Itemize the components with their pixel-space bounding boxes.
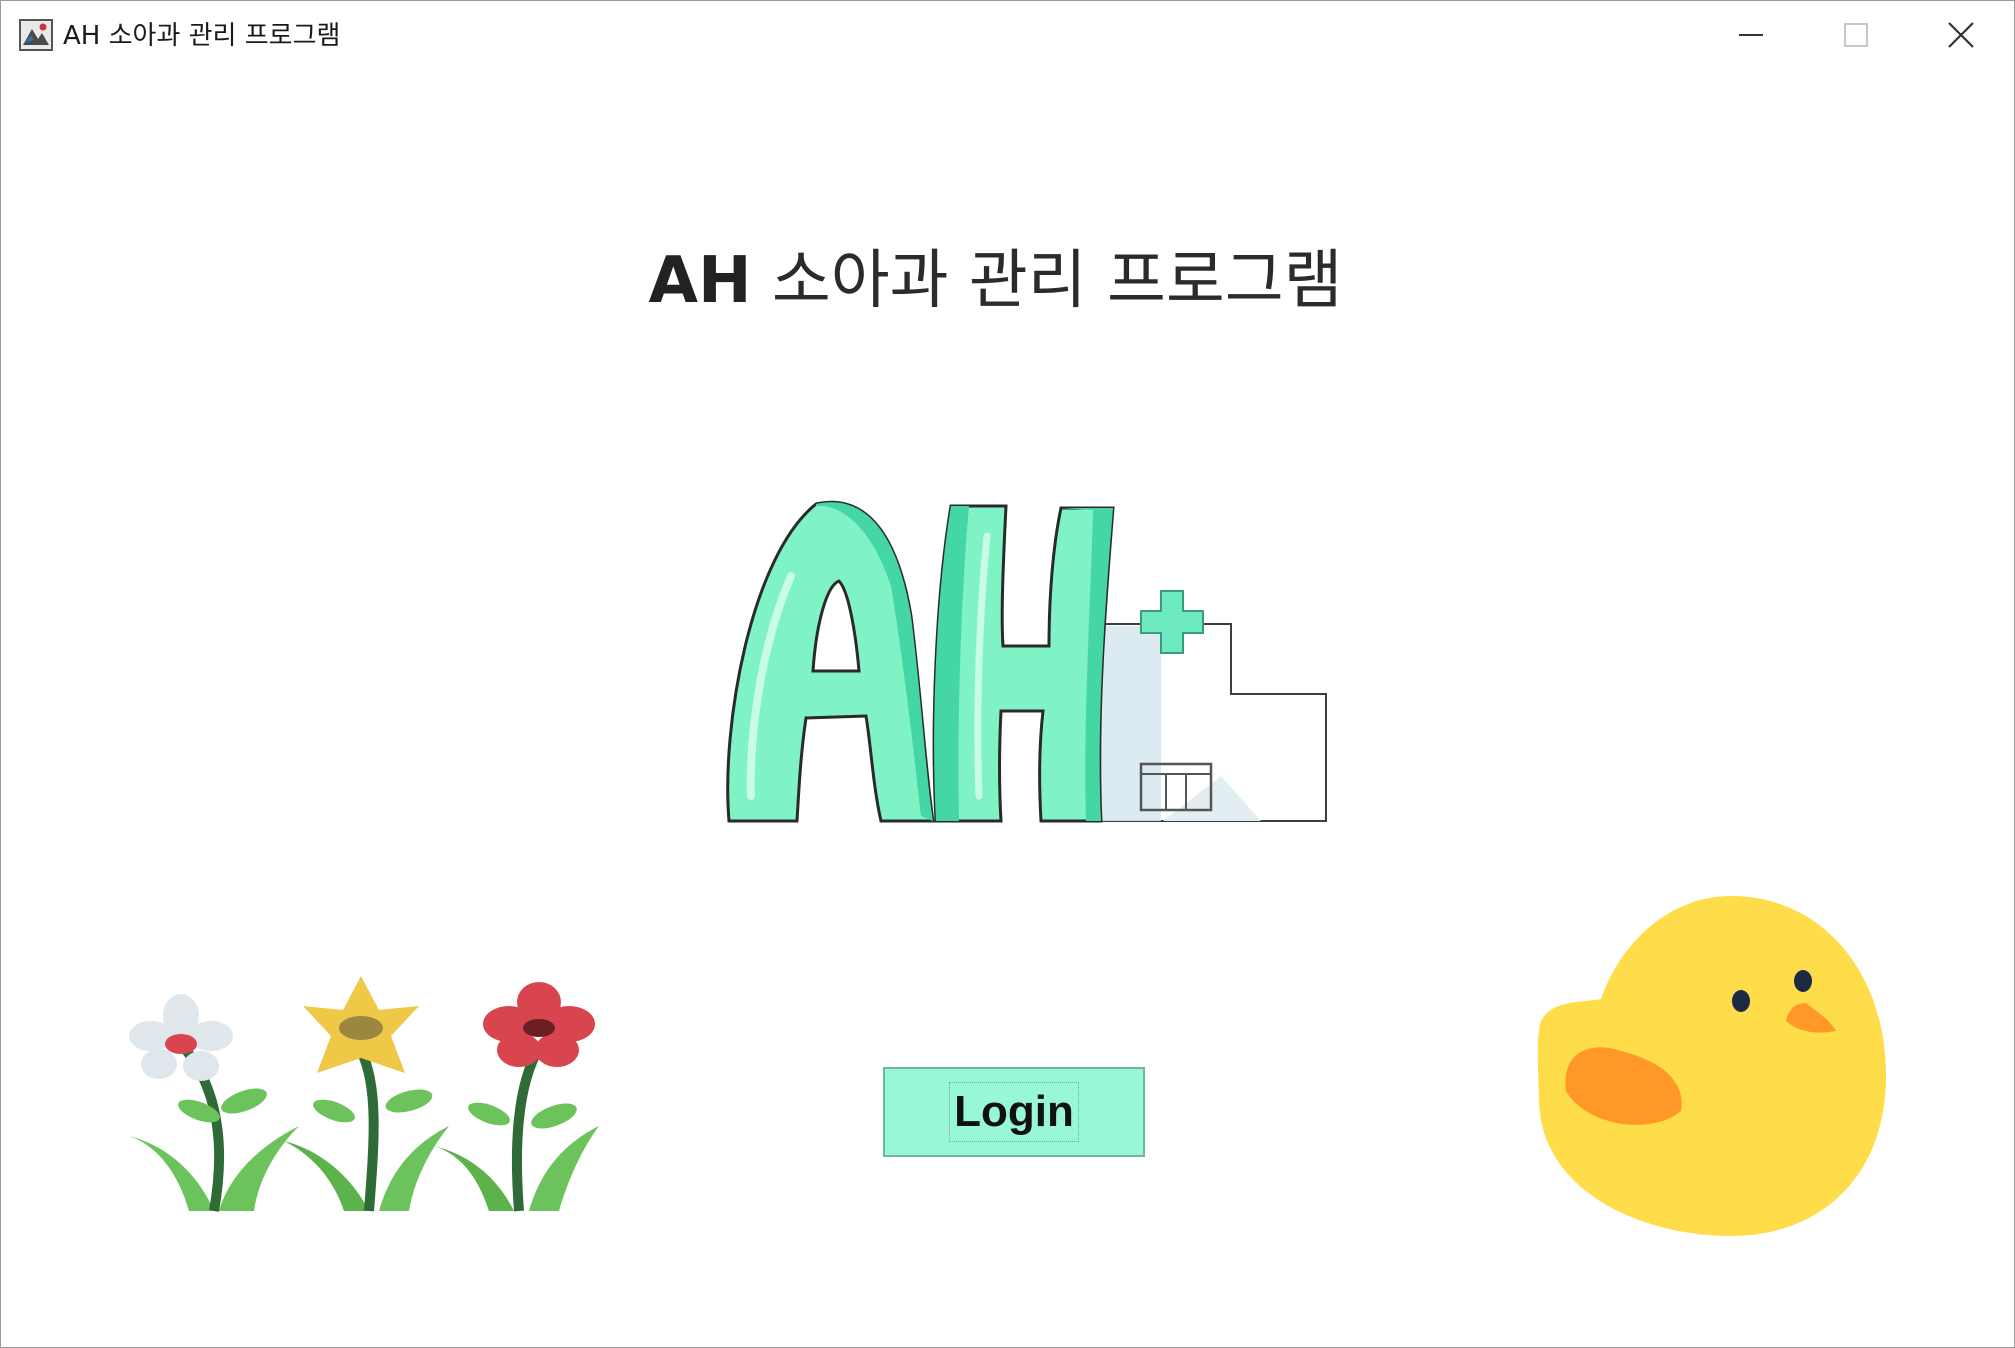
maximize-icon [1844, 23, 1868, 47]
window-title: AH 소아과 관리 프로그램 [63, 21, 341, 51]
minimize-icon [1739, 34, 1763, 36]
app-icon [19, 19, 53, 51]
maximize-button[interactable] [1806, 1, 1906, 69]
close-icon [1948, 22, 1974, 48]
red-flower-icon [483, 982, 595, 1067]
title-bar[interactable]: AH 소아과 관리 프로그램 [1, 1, 2014, 69]
app-window: AH 소아과 관리 프로그램 AH 소아과 관리 프로그램 Login [0, 0, 2015, 1348]
page-title: AH 소아과 관리 프로그램 [1, 241, 2002, 321]
minimize-button[interactable] [1701, 1, 1801, 69]
white-flower-icon [129, 994, 233, 1081]
hospital-building-icon [1099, 623, 1327, 822]
page-title-bold: AH [648, 244, 752, 318]
chick-illustration [1537, 896, 1886, 1236]
close-button[interactable] [1911, 1, 2011, 69]
login-button[interactable]: Login [883, 1067, 1145, 1157]
ah-hospital-logo [726, 500, 1327, 823]
logo-letter-h [932, 504, 1115, 823]
page-title-rest: 소아과 관리 프로그램 [751, 244, 1343, 318]
flowers-illustration [129, 976, 599, 1212]
login-button-label: Login [949, 1082, 1079, 1142]
logo-letter-a [726, 500, 935, 823]
